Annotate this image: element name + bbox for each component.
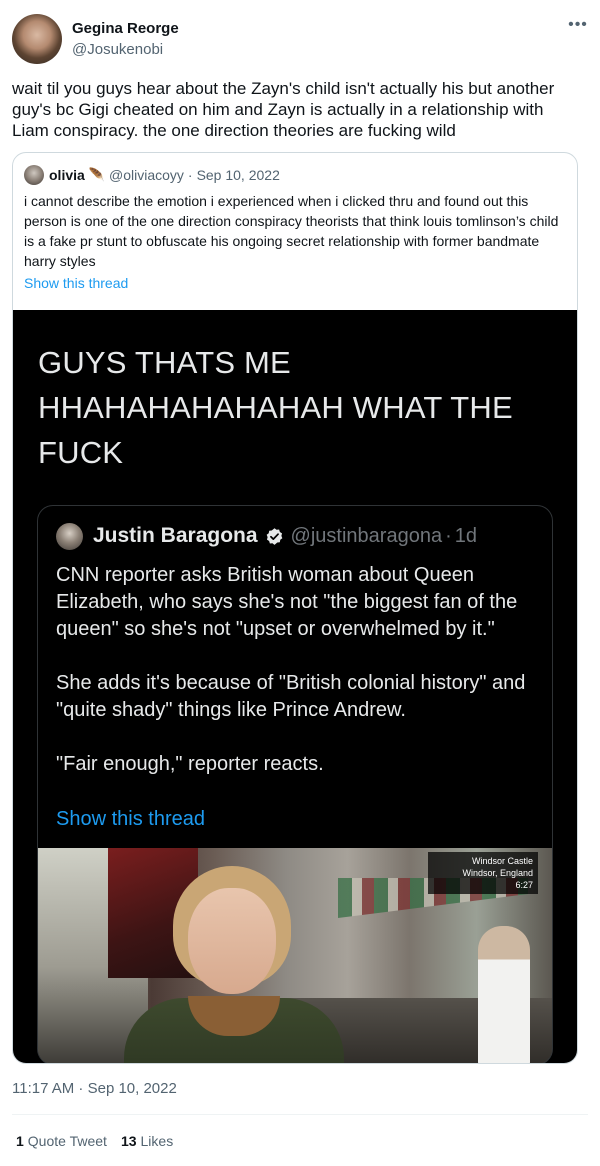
- author-handle[interactable]: @Josukenobi: [72, 41, 163, 58]
- quoted-tweet-card[interactable]: olivia 🪶 @oliviacoyy · Sep 10, 2022 i ca…: [12, 152, 578, 1064]
- quote-tweets-stat[interactable]: 1 Quote Tweet: [16, 1133, 107, 1149]
- inner-author-handle: @justinbaragona: [290, 524, 443, 547]
- screenshot-caption: GUYS THATS ME HHAHAHAHAHAHAH WHAT THE FU…: [38, 345, 513, 470]
- separator-dot: ·: [187, 167, 193, 183]
- likes-stat[interactable]: 13 Likes: [121, 1133, 173, 1149]
- author-name[interactable]: Gegina Reorge: [72, 20, 179, 37]
- tweet-text: wait til you guys hear about the Zayn's …: [12, 79, 555, 140]
- quoted-author-name: olivia: [49, 167, 85, 183]
- divider: [12, 1114, 588, 1115]
- inner-tweet-header: Justin Baragona @justinbaragona · 1d: [56, 522, 477, 550]
- likes-count: 13: [120, 1133, 137, 1149]
- quoted-tweet-date[interactable]: Sep 10, 2022: [197, 167, 280, 183]
- location-line-2: Windsor, England: [462, 868, 533, 878]
- ellipsis-icon[interactable]: •••: [568, 17, 588, 36]
- show-thread-link[interactable]: Show this thread: [24, 275, 128, 291]
- location-line-1: Windsor Castle: [471, 856, 533, 866]
- likes-label: Likes: [140, 1133, 174, 1149]
- feather-emoji-icon: 🪶: [88, 167, 105, 182]
- location-chyron: Windsor Castle Windsor, England 6:27: [428, 852, 538, 894]
- inner-tweet-text: CNN reporter asks British woman about Qu…: [56, 562, 546, 778]
- inner-paragraph: She adds it's because of "British coloni…: [56, 672, 526, 721]
- quoted-author-handle: @oliviacoyy: [108, 167, 184, 183]
- quoted-tweet-header: olivia 🪶 @oliviacoyy · Sep 10, 2022: [24, 165, 280, 185]
- inner-author-avatar: [56, 522, 83, 550]
- quote-tweets-count: 1: [16, 1133, 24, 1149]
- author-avatar[interactable]: [12, 14, 62, 64]
- inner-show-thread-link: Show this thread: [56, 808, 205, 830]
- tweet-timestamp[interactable]: 11:17 AM · Sep 10, 2022: [12, 1080, 177, 1097]
- tweet-stats: 1 Quote Tweet 13 Likes: [16, 1133, 187, 1149]
- inner-separator-dot: ·: [445, 524, 452, 547]
- quote-tweets-label: Quote Tweet: [27, 1133, 107, 1149]
- tweet-header: Gegina Reorge @Josukenobi •••: [12, 14, 588, 66]
- screenshot-inner-tweet: Justin Baragona @justinbaragona · 1d CNN…: [37, 505, 553, 1063]
- video-woman-face: [188, 888, 276, 994]
- inner-author-name: Justin Baragona: [93, 524, 258, 547]
- video-background-person: [478, 926, 530, 1063]
- verified-badge-icon: [266, 527, 282, 545]
- quoted-tweet-text: i cannot describe the emotion i experien…: [24, 193, 559, 269]
- quoted-author-avatar: [24, 165, 44, 185]
- location-time: 6:27: [515, 880, 533, 890]
- quoted-tweet-media[interactable]: GUYS THATS ME HHAHAHAHAHAHAH WHAT THE FU…: [13, 310, 577, 1063]
- inner-paragraph: CNN reporter asks British woman about Qu…: [56, 564, 518, 640]
- inner-paragraph: "Fair enough," reporter reacts.: [56, 753, 324, 775]
- inner-tweet-time: 1d: [454, 524, 477, 547]
- video-thumbnail: Windsor Castle Windsor, England 6:27: [38, 848, 552, 1063]
